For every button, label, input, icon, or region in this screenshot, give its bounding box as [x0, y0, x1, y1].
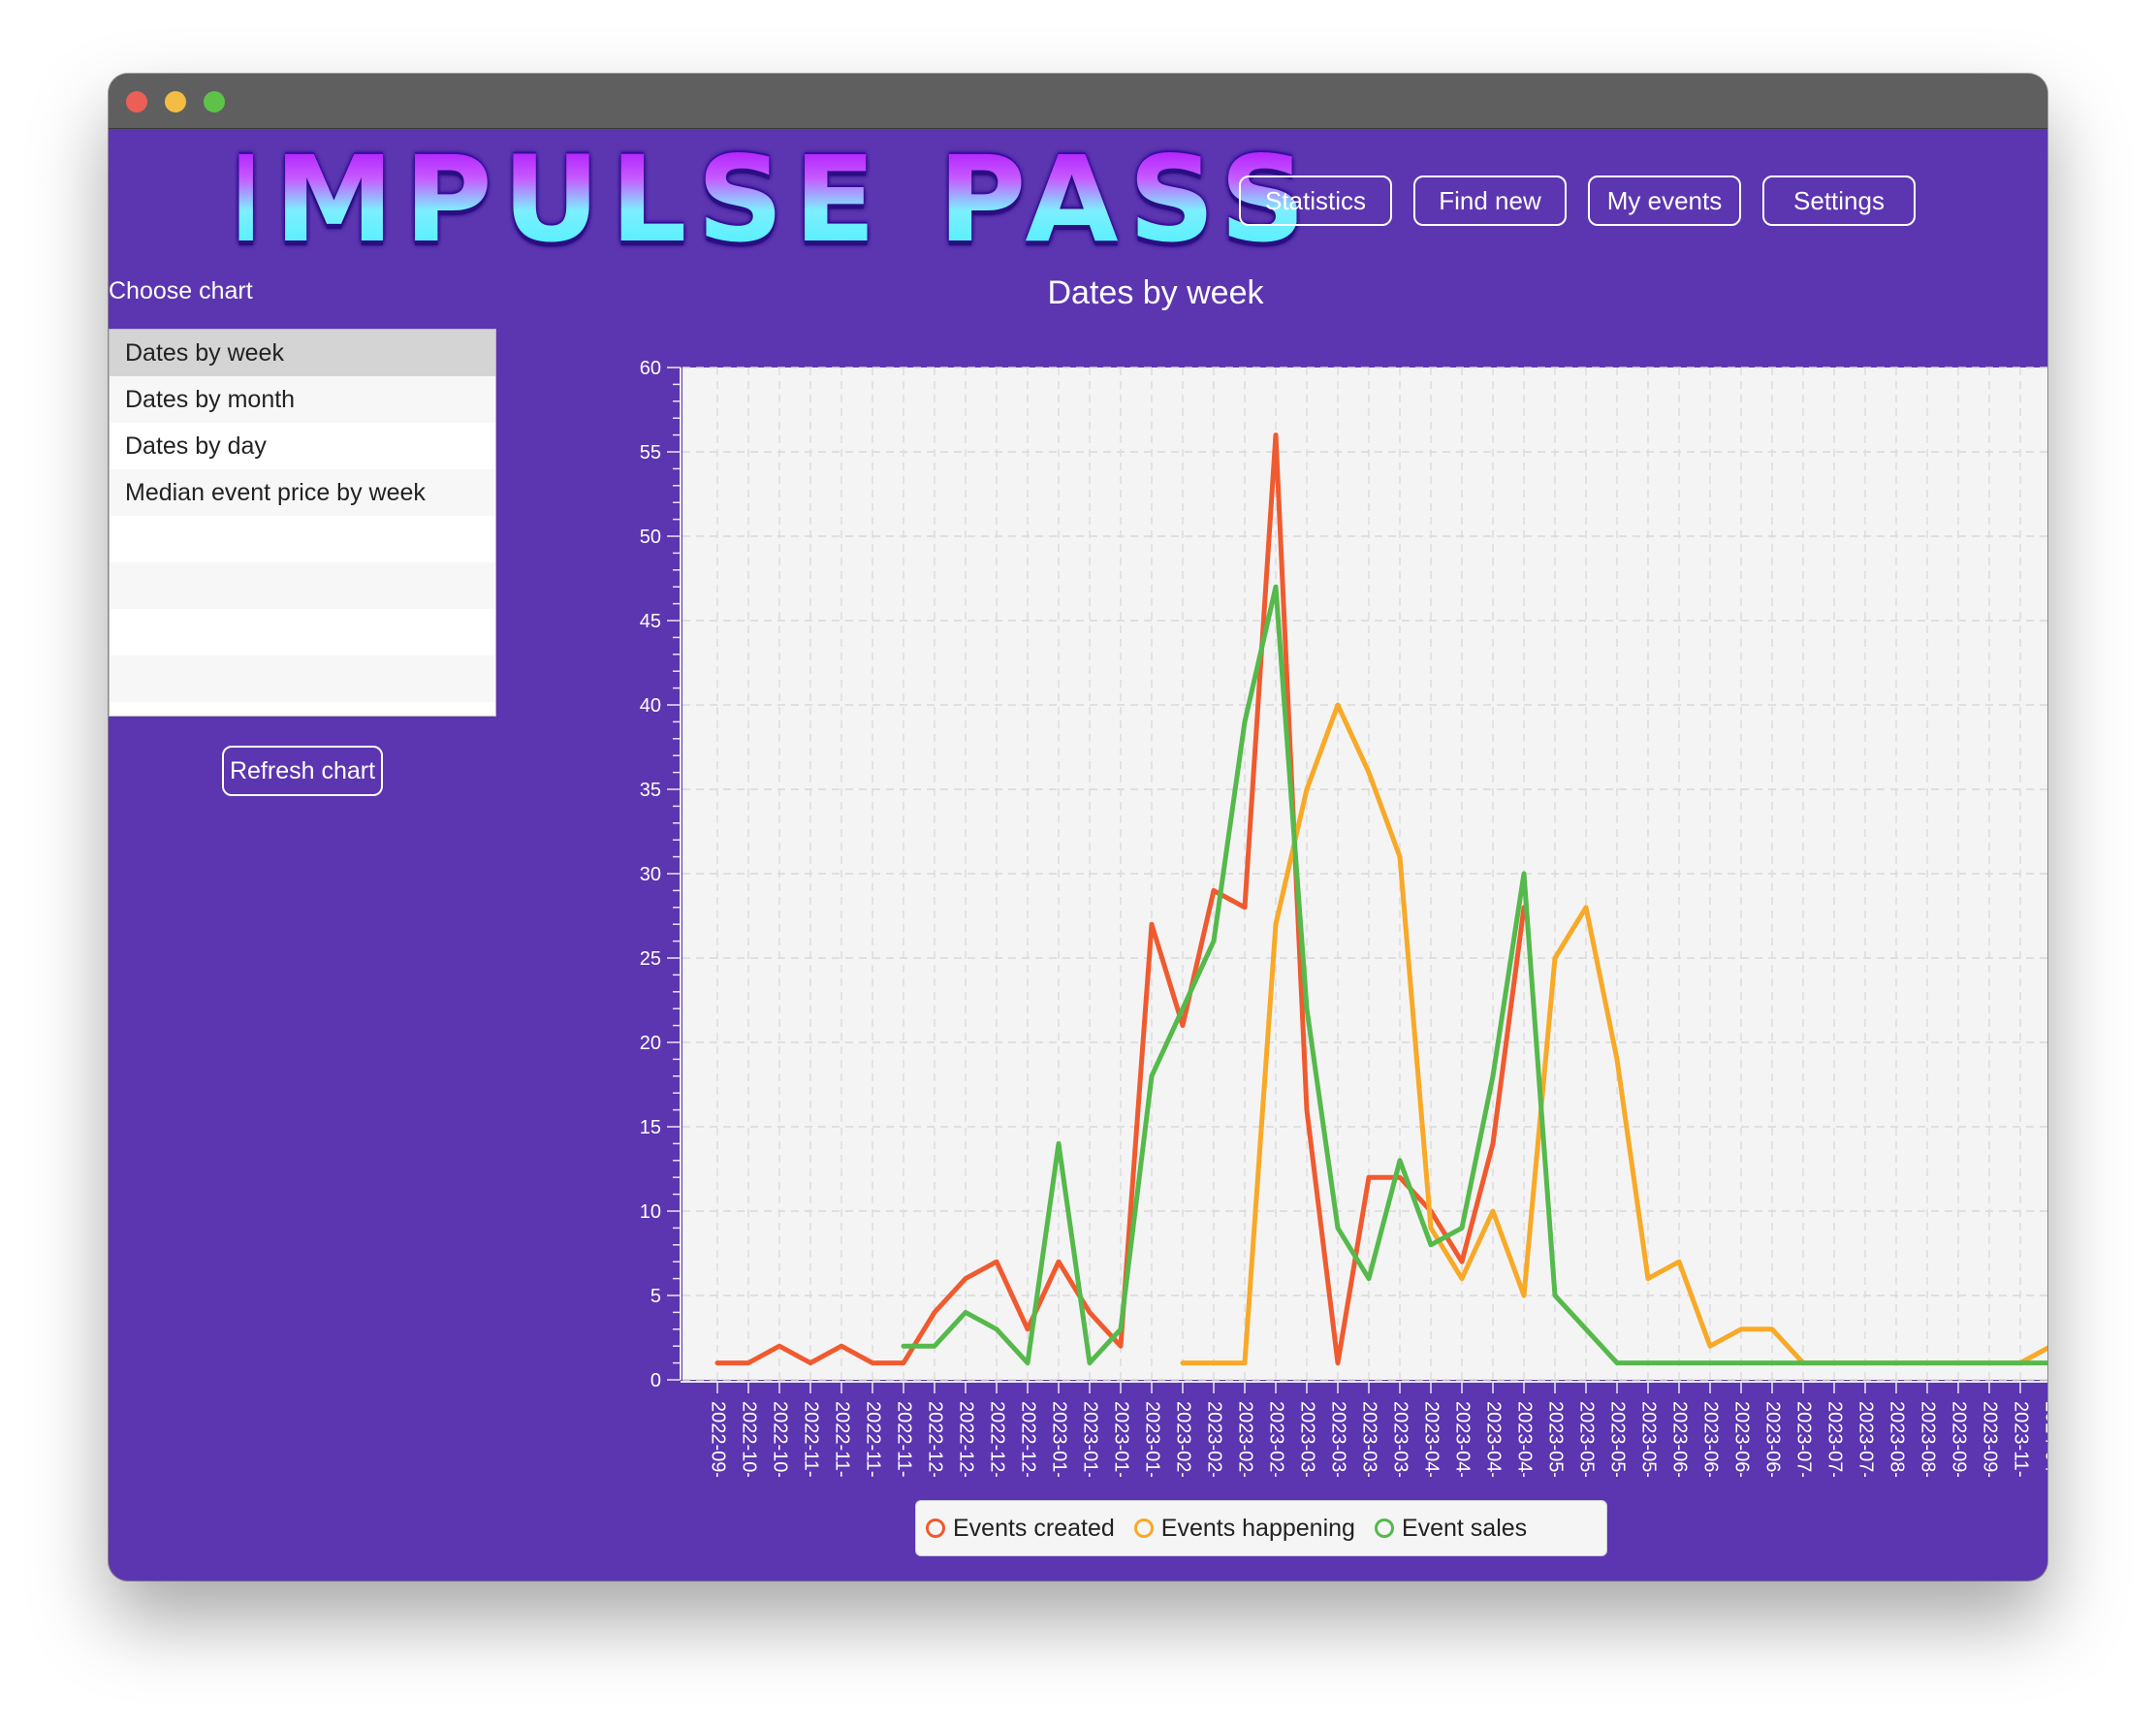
app-logo: IMPULSE PASS [219, 131, 1316, 269]
main-content: IMPULSE PASS Statistics Find new My even… [109, 129, 2047, 1581]
x-tick-label: 2024-04-01 [2042, 1401, 2047, 1477]
x-tick-label: 2023-03-15 [1359, 1401, 1380, 1477]
x-tick-label: 2023-02-15 [1235, 1401, 1256, 1477]
y-tick-label: 50 [640, 527, 661, 548]
x-tick-label: 2023-05-08 [1576, 1401, 1598, 1477]
x-tick-label: 2023-02-22 [1266, 1401, 1287, 1477]
empty-list-row [110, 655, 495, 702]
x-tick-label: 2023-05-01 [1545, 1401, 1567, 1477]
legend-marker [926, 1518, 945, 1538]
minimize-window-button[interactable] [165, 91, 186, 112]
list-item[interactable]: Dates by month [110, 376, 495, 423]
empty-list-row [110, 562, 495, 609]
x-tick-label: 2023-06-08 [1700, 1401, 1722, 1477]
y-tick-label: 10 [640, 1201, 661, 1223]
x-tick-label: 2023-01-01 [1049, 1401, 1070, 1477]
find-new-button[interactable]: Find new [1413, 176, 1567, 226]
x-tick-label: 2023-01-22 [1142, 1401, 1163, 1477]
refresh-chart-button[interactable]: Refresh chart [222, 746, 383, 796]
y-tick-label: 0 [650, 1370, 661, 1391]
list-item[interactable]: Dates by day [110, 423, 495, 469]
x-tick-label: 2023-06-01 [1669, 1401, 1691, 1477]
chart-title: Dates by week [1047, 274, 1264, 311]
y-tick-label: 30 [640, 864, 661, 885]
x-tick-label: 2023-07-01 [1793, 1401, 1815, 1477]
y-tick-label: 20 [640, 1033, 661, 1054]
empty-list-row [110, 609, 495, 655]
x-tick-label: 2023-04-08 [1452, 1401, 1474, 1477]
y-tick-label: 15 [640, 1117, 661, 1138]
x-tick-label: 2023-02-01 [1173, 1401, 1194, 1477]
x-tick-label: 2023-06-15 [1731, 1401, 1753, 1477]
x-tick-label: 2022-09-15 [708, 1401, 729, 1477]
y-tick-label: 35 [640, 780, 661, 801]
app-window: IMPULSE PASS Statistics Find new My even… [109, 74, 2047, 1581]
x-tick-label: 2023-08-22 [1918, 1401, 1939, 1477]
legend-marker [1133, 1518, 1154, 1538]
maximize-window-button[interactable] [204, 91, 225, 112]
x-tick-label: 2022-12-15 [987, 1401, 1008, 1477]
x-tick-label: 2022-12-08 [956, 1401, 977, 1477]
x-tick-label: 2022-11-22 [894, 1401, 915, 1477]
x-tick-label: 2023-04-22 [1514, 1401, 1536, 1477]
x-tick-label: 2023-03-01 [1297, 1401, 1318, 1477]
list-item[interactable]: Dates by week [110, 330, 495, 376]
list-item[interactable]: Median event price by week [110, 469, 495, 516]
x-tick-label: 2023-04-01 [1421, 1401, 1443, 1477]
x-tick-label: 2023-08-01 [1886, 1401, 1908, 1477]
x-tick-label: 2023-11-08 [2011, 1401, 2032, 1477]
x-tick-label: 2023-09-08 [1949, 1401, 1970, 1477]
x-tick-label: 2023-01-15 [1111, 1401, 1132, 1477]
x-tick-label: 2022-10-15 [739, 1401, 760, 1477]
line-chart: 0 5 10 15 20 25 30 35 40 45 50 55 60 2022-09-15 2022-1… [640, 358, 2047, 1477]
x-tick-label: 2023-03-22 [1390, 1401, 1411, 1477]
my-events-button[interactable]: My events [1588, 176, 1741, 226]
x-tick-label: 2023-07-15 [1855, 1401, 1877, 1477]
x-tick-label: 2023-01-08 [1080, 1401, 1101, 1477]
x-tick-label: 2022-12-01 [925, 1401, 946, 1477]
y-tick-label: 55 [640, 442, 661, 463]
x-tick-label: 2023-09-22 [1980, 1401, 2001, 1477]
empty-list-row [110, 516, 495, 562]
statistics-button[interactable]: Statistics [1239, 176, 1392, 226]
x-tick-label: 2023-04-15 [1483, 1401, 1505, 1477]
x-tick-label: 2023-07-08 [1824, 1401, 1846, 1477]
x-tick-label: 2022-11-01 [801, 1401, 822, 1477]
chart-list[interactable]: Dates by week Dates by month Dates by da… [109, 329, 496, 717]
x-tick-label: 2023-05-15 [1607, 1401, 1629, 1477]
x-tick-label: 2023-03-08 [1328, 1401, 1349, 1477]
x-tick-label: 2023-02-08 [1204, 1401, 1225, 1477]
legend-label: Event sales [1401, 1514, 1528, 1542]
y-tick-label: 45 [640, 611, 661, 632]
x-tick-label: 2022-11-08 [832, 1401, 853, 1477]
y-tick-label: 25 [640, 948, 661, 970]
y-tick-label: 5 [650, 1286, 661, 1307]
legend-label: Events happening [1160, 1514, 1355, 1542]
settings-button[interactable]: Settings [1762, 176, 1916, 226]
y-tick-label: 40 [640, 695, 661, 717]
x-tick-label: 2022-10-22 [770, 1401, 791, 1477]
x-tick-label: 2023-06-22 [1762, 1401, 1784, 1477]
legend-label: Events created [953, 1514, 1115, 1542]
close-window-button[interactable] [126, 91, 147, 112]
chart-legend: Events created Events happening Event sa… [915, 1500, 1607, 1556]
title-bar [109, 74, 2047, 129]
y-tick-label: 60 [640, 358, 661, 379]
x-tick-label: 2022-12-22 [1018, 1401, 1039, 1477]
legend-marker [1374, 1518, 1394, 1538]
legend-item-event-sales: Event sales [1374, 1514, 1528, 1543]
x-tick-label: 2022-11-15 [863, 1401, 884, 1477]
legend-item-events-created: Events created [926, 1515, 1115, 1543]
choose-chart-label: Choose chart [109, 277, 253, 304]
x-tick-label: 2023-05-22 [1638, 1401, 1660, 1477]
legend-item-events-happening: Events happening [1133, 1514, 1355, 1543]
